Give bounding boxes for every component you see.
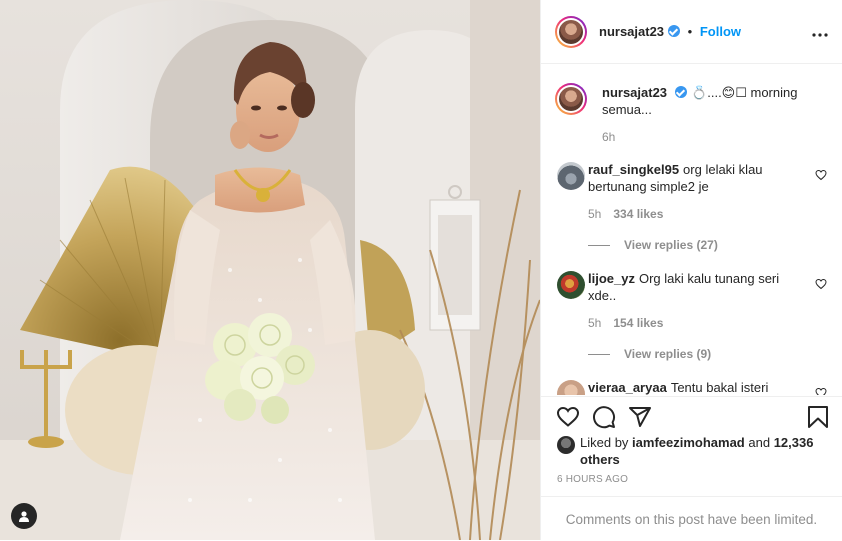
view-replies-button[interactable]: View replies (9) [588, 347, 810, 361]
comment-meta: 5h 154 likes [588, 316, 810, 330]
replies-divider [588, 353, 610, 355]
caption-avatar[interactable] [555, 83, 587, 115]
comment-text-line: rauf_singkel95 org lelaki klau bertunang … [588, 161, 810, 195]
caption-body: nursajat23 💍....😊☐ morning semua... 6h [602, 84, 824, 144]
comment-body: vieraa_aryaa Tentu bakal isteri [588, 379, 810, 395]
verified-badge-icon [668, 25, 681, 37]
commenter-avatar[interactable] [557, 162, 585, 190]
comments-limited-notice: Comments on this post have been limited. [541, 496, 842, 541]
comment-body: rauf_singkel95 org lelaki klau bertunang … [588, 161, 810, 252]
bookmark-icon[interactable] [807, 405, 829, 429]
comment-username[interactable]: vieraa_aryaa [588, 380, 667, 395]
caption-age[interactable]: 6h [602, 130, 615, 144]
caption-username[interactable]: nursajat23 [602, 85, 667, 100]
header-author: nursajat23 • Follow [599, 24, 741, 39]
comment-username[interactable]: lijoe_yz [588, 271, 635, 286]
comment-body: lijoe_yz Org laki kalu tunang seri xde.. … [588, 270, 810, 361]
verified-badge-icon [675, 86, 688, 98]
more-options-icon[interactable] [812, 22, 828, 40]
liker-avatar[interactable] [557, 436, 575, 454]
comments-list[interactable]: nursajat23 💍....😊☐ morning semua... 6h ra… [541, 65, 842, 395]
heart-icon[interactable] [556, 405, 580, 429]
likes-text: Liked by iamfeezimohamad and 12,336 othe… [580, 434, 828, 468]
comment-text-line: vieraa_aryaa Tentu bakal isteri [588, 379, 810, 395]
likes-summary: Liked by iamfeezimohamad and 12,336 othe… [557, 434, 828, 468]
follow-button[interactable]: Follow [700, 24, 741, 39]
comment-meta: 5h 334 likes [588, 207, 810, 221]
comment-text: Tentu bakal isteri [670, 380, 769, 395]
comment-like-heart-icon[interactable] [815, 169, 827, 181]
comment-text-line: lijoe_yz Org laki kalu tunang seri xde.. [588, 270, 810, 304]
author-username[interactable]: nursajat23 [599, 24, 664, 39]
separator-dot: • [687, 24, 693, 39]
view-replies-label: View replies (9) [624, 347, 712, 361]
user-tag-icon [19, 511, 29, 522]
comment-like-heart-icon[interactable] [815, 387, 827, 395]
replies-divider [588, 244, 610, 246]
post-header: nursajat23 • Follow [541, 0, 842, 64]
share-icon[interactable] [628, 405, 652, 429]
comment-username[interactable]: rauf_singkel95 [588, 162, 679, 177]
commenter-avatar[interactable] [557, 271, 585, 299]
post-side-panel: nursajat23 • Follow nursajat23 💍....😊☐ mo… [540, 0, 842, 540]
comment-like-heart-icon[interactable] [815, 278, 827, 290]
liker-username[interactable]: iamfeezimohamad [632, 435, 745, 450]
comment-age[interactable]: 5h [588, 207, 601, 221]
caption-text-line: nursajat23 💍....😊☐ morning semua... [602, 84, 824, 118]
post-action-bar [541, 396, 842, 437]
post-photo[interactable] [0, 0, 540, 540]
likes-prefix: Liked by [580, 435, 629, 450]
author-avatar[interactable] [555, 15, 587, 48]
comment-likes[interactable]: 154 likes [613, 316, 663, 330]
commenter-avatar[interactable] [557, 380, 585, 395]
user-tag-button[interactable] [11, 503, 37, 529]
post-timestamp[interactable]: 6 HOURS AGO [557, 474, 628, 485]
caption-meta: 6h [602, 130, 824, 144]
more-dots [812, 33, 828, 37]
view-replies-button[interactable]: View replies (27) [588, 238, 810, 252]
comment-age[interactable]: 5h [588, 316, 601, 330]
view-replies-label: View replies (27) [624, 238, 718, 252]
comment-likes[interactable]: 334 likes [613, 207, 663, 221]
comment-icon[interactable] [592, 405, 616, 429]
likes-conjunction: and [748, 435, 771, 450]
photo-illustration [0, 0, 540, 540]
